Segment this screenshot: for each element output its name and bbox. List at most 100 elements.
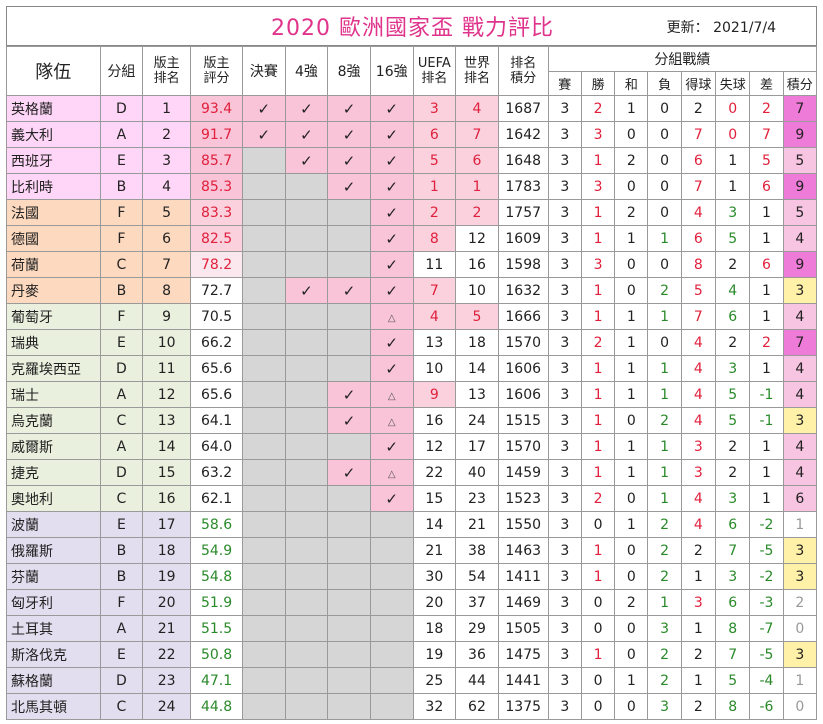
uefa-rank: 11: [412, 251, 457, 278]
points: 4: [782, 433, 818, 460]
draw: 1: [614, 511, 649, 538]
table-row: 法國 F 5 83.3 ✓ 2 2 1757 3 1 2 0 4 3 1 5: [6, 199, 818, 226]
check-icon: ✓: [385, 359, 398, 378]
team-group: B: [99, 537, 144, 564]
stage-r16: ✓: [369, 277, 414, 304]
table-row: 瑞士 A 12 65.6 ✓ △ 9 13 1606 3 1 1 1 4 5 -1 4: [6, 381, 818, 408]
points: 3: [782, 563, 818, 590]
host-score: 82.5: [190, 225, 244, 252]
table-row: 葡萄牙 F 9 70.5 △ 4 5 1666 3 1 1 1 7 6 1 4: [6, 303, 818, 330]
check-icon: ✓: [300, 281, 313, 300]
goals-for: 5: [680, 277, 717, 304]
check-icon: ✓: [385, 203, 398, 222]
draw: 0: [614, 693, 649, 720]
goal-diff: -5: [749, 537, 784, 564]
won: 0: [580, 589, 616, 616]
check-icon: ✓: [300, 151, 313, 170]
table-row: 瑞典 E 10 66.2 ✓ 13 18 1570 3 2 1 0 4 2 2 7: [6, 329, 818, 356]
check-icon: ✓: [385, 229, 398, 248]
goal-diff: 6: [749, 173, 784, 200]
points: 3: [782, 537, 818, 564]
played: 3: [547, 329, 582, 356]
goal-diff: 2: [749, 95, 784, 122]
host-score: 47.1: [190, 667, 244, 694]
rank-points: 1632: [497, 277, 549, 304]
team-name: 荷蘭: [6, 251, 101, 278]
stage-semi: ✓: [284, 277, 329, 304]
check-icon: ✓: [385, 437, 398, 456]
check-icon: ✓: [385, 99, 398, 118]
world-rank: 54: [455, 563, 499, 590]
team-group: A: [99, 615, 144, 642]
ranking-table: 隊伍 分組 版主 排名 版主 評分 決賽 4強 8強 16強 UEFA 排名 世界 排名…: [6, 46, 818, 720]
won: 3: [580, 173, 616, 200]
stage-quarter: [327, 303, 371, 330]
host-rank: 11: [142, 355, 192, 382]
stage-semi: [284, 251, 329, 278]
rank-points: 1606: [497, 381, 549, 408]
lost: 1: [647, 355, 682, 382]
stage-final: [242, 355, 286, 382]
goal-diff: 1: [749, 199, 784, 226]
goals-for: 6: [680, 225, 717, 252]
points: 4: [782, 303, 818, 330]
goals-for: 3: [680, 589, 717, 616]
goals-for: 4: [680, 407, 717, 434]
goals-for: 2: [680, 693, 717, 720]
goals-against: 8: [715, 693, 751, 720]
host-rank: 10: [142, 329, 192, 356]
lost: 1: [647, 225, 682, 252]
played: 3: [547, 199, 582, 226]
triangle-icon: △: [387, 312, 396, 324]
stage-quarter: [327, 225, 371, 252]
draw: 0: [614, 641, 649, 668]
host-score: 93.4: [190, 95, 244, 122]
host-rank: 8: [142, 277, 192, 304]
team-group: F: [99, 303, 144, 330]
rank-points: 1642: [497, 121, 549, 148]
table-row: 土耳其 A 21 51.5 18 29 1505 3 0 0 3 1 8 -7 0: [6, 615, 818, 642]
won: 2: [580, 95, 616, 122]
header-won: 勝: [580, 71, 616, 96]
stage-quarter: ✓: [327, 173, 371, 200]
stage-semi: [284, 589, 329, 616]
check-icon: ✓: [257, 99, 271, 118]
header-gd: 差: [749, 71, 784, 96]
triangle-icon: △: [387, 468, 396, 480]
goals-for: 4: [680, 355, 717, 382]
uefa-rank: 19: [412, 641, 457, 668]
goals-against: 4: [715, 277, 751, 304]
stage-final: [242, 251, 286, 278]
draw: 2: [614, 199, 649, 226]
lost: 0: [647, 121, 682, 148]
team-name: 英格蘭: [6, 95, 101, 122]
rank-points: 1475: [497, 641, 549, 668]
points: 9: [782, 173, 818, 200]
rank-points: 1687: [497, 95, 549, 122]
rank-points: 1459: [497, 459, 549, 486]
goals-for: 4: [680, 381, 717, 408]
stage-semi: [284, 511, 329, 538]
won: 1: [580, 147, 616, 174]
team-name: 西班牙: [6, 147, 101, 174]
team-name: 義大利: [6, 121, 101, 148]
team-group: D: [99, 667, 144, 694]
header-team: 隊伍: [6, 46, 101, 96]
team-group: D: [99, 355, 144, 382]
points: 9: [782, 251, 818, 278]
team-group: A: [99, 381, 144, 408]
stage-semi: ✓: [284, 121, 329, 148]
draw: 0: [614, 173, 649, 200]
lost: 2: [647, 537, 682, 564]
header-group-record: 分組戰績: [547, 46, 818, 72]
goal-diff: -1: [749, 407, 784, 434]
world-rank: 40: [455, 459, 499, 486]
table-row: 波蘭 E 17 58.6 14 21 1550 3 0 1 2 4 6 -2 1: [6, 511, 818, 538]
uefa-rank: 12: [412, 433, 457, 460]
played: 3: [547, 433, 582, 460]
stage-semi: [284, 459, 329, 486]
team-group: B: [99, 277, 144, 304]
goals-for: 8: [680, 251, 717, 278]
stage-r16: ✓: [369, 199, 414, 226]
world-rank: 2: [455, 199, 499, 226]
